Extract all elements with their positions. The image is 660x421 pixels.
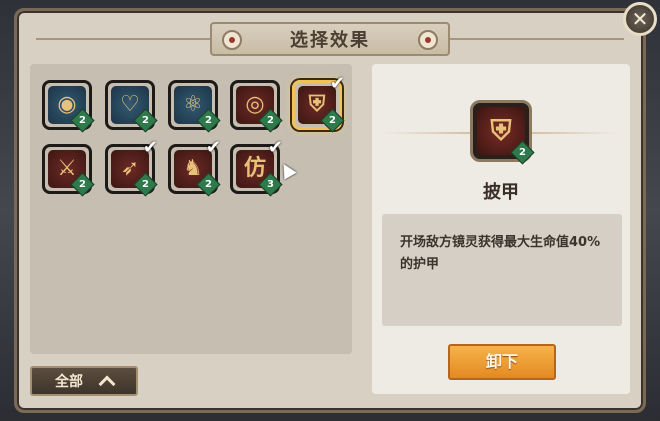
- dialog-title-bar: 选择效果: [210, 22, 450, 56]
- level-badge: 2: [70, 108, 95, 133]
- title-divider-left: [36, 38, 210, 40]
- level-badge: 2: [133, 172, 158, 197]
- effect-slot-2[interactable]: ♡ 2: [105, 80, 158, 133]
- description-box: 开场敌方镜灵获得最大生命值40%的护甲: [382, 214, 622, 326]
- title-divider-right: [450, 38, 624, 40]
- effect-slot-9[interactable]: 仿 3 ✔: [230, 137, 283, 197]
- checkmark-icon: ✔: [267, 137, 283, 158]
- level-badge: 2: [196, 172, 221, 197]
- effect-slot-4[interactable]: ◎ 2: [230, 80, 283, 133]
- level-badge: 2: [510, 140, 535, 165]
- effect-slot-7[interactable]: ➶ 2 ✔: [105, 137, 158, 197]
- close-button[interactable]: ✕: [623, 2, 657, 36]
- effect-slot-8[interactable]: ♞ 2 ✔: [168, 137, 221, 197]
- effect-slot-6[interactable]: ⚔ 2: [42, 144, 95, 197]
- effect-description: 开场敌方镜灵获得最大生命值40%的护甲: [400, 235, 601, 272]
- ornament-icon: [418, 30, 438, 50]
- effect-grid: ◉ 2 ♡ 2 ⚛ 2 ◎ 2 ⛨ 2 ✔ ⚔ 2 ➶ 2 ✔ ♞ 2 ✔ 仿 …: [30, 64, 352, 354]
- checkmark-icon: ✔: [205, 137, 221, 158]
- effect-name: 披甲: [483, 182, 519, 203]
- filter-dropdown-button[interactable]: 全部: [30, 366, 138, 396]
- effect-slot-5[interactable]: ⛨ 2 ✔: [292, 73, 345, 133]
- level-badge: 2: [320, 108, 345, 133]
- level-badge: 2: [196, 108, 221, 133]
- dialog-title: 选择效果: [290, 30, 370, 51]
- selected-effect-icon: ⛨ 2: [470, 100, 535, 165]
- unequip-button[interactable]: 卸下: [448, 344, 556, 380]
- level-badge: 2: [258, 108, 283, 133]
- filter-label: 全部: [55, 374, 83, 390]
- effect-slot-1[interactable]: ◉ 2: [42, 80, 95, 133]
- chevron-up-icon: [98, 375, 116, 393]
- level-badge: 3: [258, 172, 283, 197]
- ornament-icon: [222, 30, 242, 50]
- effect-detail-panel: ⛨ 2 披甲 开场敌方镜灵获得最大生命值40%的护甲 卸下: [372, 64, 630, 394]
- effect-slot-3[interactable]: ⚛ 2: [168, 80, 221, 133]
- checkmark-icon: ✔: [142, 137, 158, 158]
- checkmark-icon: ✔: [329, 73, 345, 94]
- level-badge: 2: [70, 172, 95, 197]
- level-badge: 2: [133, 108, 158, 133]
